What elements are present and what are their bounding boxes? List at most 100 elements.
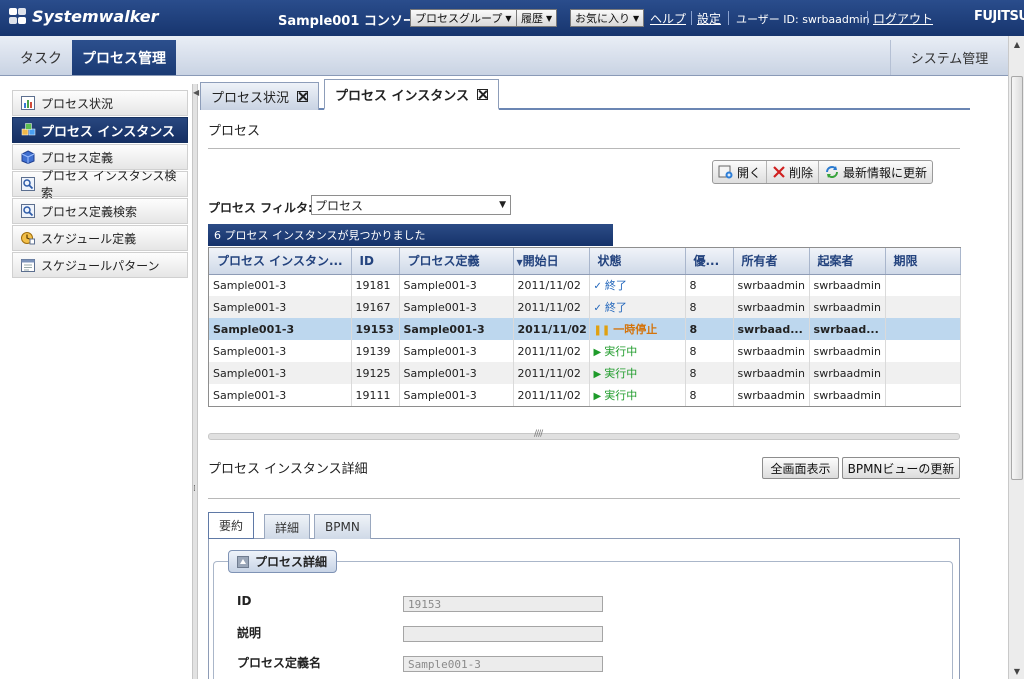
cell-status: ▶ 実行中 — [589, 362, 686, 384]
cell-status: ▶ 実行中 — [589, 384, 686, 406]
fullscreen-button[interactable]: 全画面表示 — [762, 457, 839, 479]
scrollbar-thumb[interactable] — [1011, 76, 1023, 480]
vertical-scrollbar[interactable]: ▲ ▼ — [1008, 36, 1024, 679]
logout-link[interactable]: ログアウト — [873, 10, 933, 27]
cell-definition: Sample001-3 — [399, 318, 514, 340]
sidebar-item-label: プロセス インスタンス検索 — [41, 169, 177, 200]
process-section-title: プロセス — [208, 124, 261, 139]
column-header-instance[interactable]: プロセス インスタン... — [209, 248, 352, 275]
process-filter-label: プロセス フィルタ: — [208, 201, 313, 215]
cell-drafter: swrbaadmin — [809, 274, 886, 296]
tab-label: プロセス インスタンス — [335, 88, 470, 104]
divider — [208, 148, 960, 149]
process-instance-table: プロセス インスタン... ID プロセス定義 ▼開始日 状態 優... 所有者… — [208, 247, 961, 407]
cell-drafter: swrbaadmin — [809, 384, 886, 406]
scroll-down-arrow-icon[interactable]: ▼ — [1009, 663, 1024, 679]
delete-button[interactable]: 削除 — [767, 161, 820, 183]
close-icon[interactable] — [297, 91, 309, 102]
sidebar-item-label: プロセス状況 — [41, 96, 114, 111]
panel-splitter[interactable]: ◀ ⁞ — [192, 84, 199, 679]
top-header: Systemwalker Sample001 コンソール プロセスグループ ▼ 履… — [0, 0, 1024, 36]
sidebar-item-schedule-definition[interactable]: スケジュール定義 — [12, 225, 188, 251]
cell-priority: 8 — [685, 340, 734, 362]
cell-start-date: 2011/11/02 — [513, 296, 590, 318]
delete-x-icon — [773, 166, 785, 178]
column-header-owner[interactable]: 所有者 — [733, 248, 810, 275]
history-menu[interactable]: 履歴 ▼ — [516, 9, 558, 27]
tab-process-instance[interactable]: プロセス インスタンス — [324, 79, 500, 110]
table-row[interactable]: Sample001-3 19139 Sample001-3 2011/11/02… — [209, 340, 961, 362]
tab-process-status[interactable]: プロセス状況 — [200, 82, 320, 110]
sidebar-item-definition-search[interactable]: プロセス定義検索 — [12, 198, 188, 224]
process-filter-select[interactable]: プロセス ▼ — [311, 195, 511, 215]
open-button[interactable]: 開く — [713, 161, 768, 183]
detail-subtabs: 要約 詳細 BPMN — [208, 512, 960, 539]
nav-tab-process-management[interactable]: プロセス管理 — [72, 40, 176, 75]
table-header-row: プロセス インスタン... ID プロセス定義 ▼開始日 状態 優... 所有者… — [209, 248, 961, 275]
console-title: Sample001 コンソール — [278, 14, 429, 29]
help-link[interactable]: ヘルプ — [650, 10, 686, 27]
favorites-menu[interactable]: お気に入り ▼ — [570, 9, 645, 27]
column-header-definition[interactable]: プロセス定義 — [399, 248, 514, 275]
cell-status: ▶ 実行中 — [589, 340, 686, 362]
cell-owner: swrbaadmin — [733, 362, 810, 384]
table-row[interactable]: Sample001-3 19181 Sample001-3 2011/11/02… — [209, 274, 961, 296]
cell-owner: swrbaadmin — [733, 274, 810, 296]
cell-instance: Sample001-3 — [209, 296, 352, 318]
table-row[interactable]: Sample001-3 19167 Sample001-3 2011/11/02… — [209, 296, 961, 318]
column-header-status[interactable]: 状態 — [589, 248, 686, 275]
nav-tab-task[interactable]: タスク — [10, 40, 72, 75]
process-filter-value: プロセス — [315, 198, 364, 213]
cell-instance: Sample001-3 — [209, 274, 352, 296]
nav-tab-system-management[interactable]: システム管理 — [890, 40, 1008, 75]
main-nav: タスク プロセス管理 システム管理 — [0, 36, 1008, 76]
tab-summary[interactable]: 要約 — [208, 512, 255, 539]
table-row[interactable]: Sample001-3 19125 Sample001-3 2011/11/02… — [209, 362, 961, 384]
horizontal-splitter[interactable]: //// — [208, 429, 960, 440]
pause-icon: ❚❚ — [593, 325, 611, 336]
table-row[interactable]: Sample001-3 19111 Sample001-3 2011/11/02… — [209, 384, 961, 406]
process-toolbar: 開く 削除 最新情報に更新 — [712, 160, 934, 184]
cell-drafter: swrbaadmin — [809, 340, 886, 362]
cell-due — [885, 362, 961, 384]
refresh-button[interactable]: 最新情報に更新 — [819, 161, 932, 183]
chevron-down-icon: ▼ — [505, 13, 512, 23]
process-group-menu[interactable]: プロセスグループ ▼ — [410, 9, 517, 27]
collapse-arrow-icon[interactable]: ◀ — [193, 88, 199, 97]
scroll-up-arrow-icon[interactable]: ▲ — [1009, 36, 1024, 52]
open-button-label: 開く — [737, 165, 762, 180]
tab-details[interactable]: 詳細 — [264, 514, 311, 539]
sidebar-item-schedule-pattern[interactable]: スケジュールパターン — [12, 252, 188, 278]
check-icon: ✓ — [593, 303, 602, 314]
tab-bpmn[interactable]: BPMN — [314, 514, 371, 539]
collapse-up-icon[interactable] — [237, 555, 249, 568]
column-header-drafter[interactable]: 起案者 — [809, 248, 886, 275]
refresh-icon — [826, 166, 839, 178]
sidebar-item-process-status[interactable]: プロセス状況 — [12, 90, 188, 116]
close-icon[interactable] — [477, 88, 489, 100]
field-label-id: ID — [237, 594, 252, 608]
check-icon: ✓ — [593, 281, 602, 293]
settings-link[interactable]: 設定 — [697, 10, 721, 27]
clock-icon — [21, 231, 35, 245]
column-header-id[interactable]: ID — [351, 248, 400, 275]
process-detail-group-header[interactable]: プロセス詳細 — [228, 550, 338, 573]
column-header-priority[interactable]: 優... — [685, 248, 734, 275]
sidebar-item-process-instance[interactable]: プロセス インスタンス — [12, 117, 188, 143]
delete-button-label: 削除 — [789, 165, 814, 180]
play-icon: ▶ — [593, 391, 602, 402]
chevron-down-icon: ▼ — [633, 13, 640, 23]
sidebar: プロセス状況 プロセス インスタンス プロセス定義 プロセス インスタンス検索 … — [12, 90, 188, 279]
table-row-selected[interactable]: Sample001-3 19153 Sample001-3 2011/11/02… — [209, 318, 961, 340]
sidebar-item-instance-search[interactable]: プロセス インスタンス検索 — [12, 169, 188, 200]
process-group-menu-label: プロセスグループ — [415, 12, 503, 25]
column-header-start-date[interactable]: ▼開始日 — [513, 248, 590, 275]
bpmn-refresh-button[interactable]: BPMNビューの更新 — [842, 457, 960, 479]
cell-instance: Sample001-3 — [209, 318, 352, 340]
cell-id: 19181 — [351, 274, 400, 296]
cell-status: ❚❚ 一時停止 — [589, 318, 686, 340]
column-header-due[interactable]: 期限 — [885, 248, 961, 275]
status-text: 終了 — [604, 279, 627, 293]
cell-priority: 8 — [685, 318, 734, 340]
cell-definition: Sample001-3 — [399, 340, 514, 362]
